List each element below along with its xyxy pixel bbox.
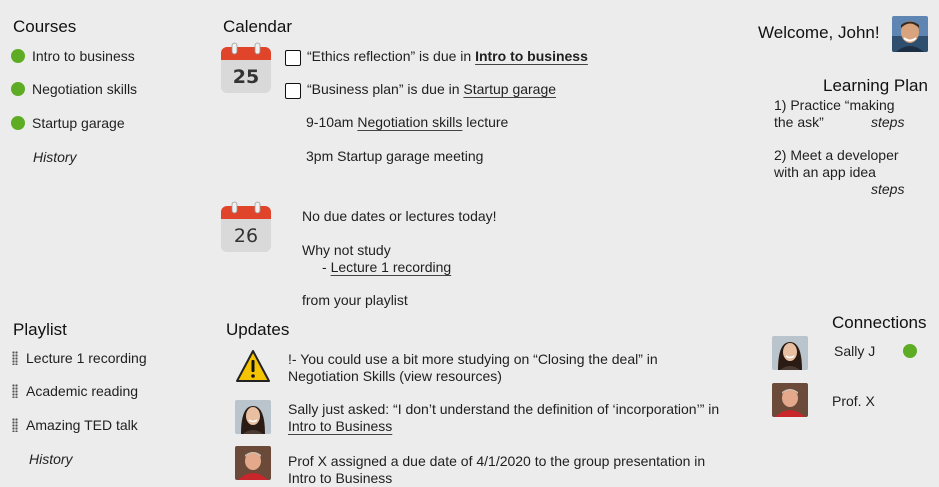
course-link[interactable]: Startup garage [463,81,556,97]
playlist-label: Lecture 1 recording [26,350,147,366]
calendar-date-icon: 25 [220,42,272,94]
playlist-label: Academic reading [26,383,139,399]
status-dot-icon [11,49,25,63]
plan-step-text: 1) Practice “making [774,97,895,113]
status-dot-icon [11,116,25,130]
recording-link[interactable]: Lecture 1 recording [331,259,452,275]
update-text: Negotiation Skills (view resources) [288,368,502,384]
playlist-item-lecture-1[interactable]: Lecture 1 recording [12,348,147,368]
sally-avatar[interactable] [772,336,808,370]
task-ethics-reflection: “Ethics reflection” is due in Intro to b… [307,48,588,64]
event-time: 9-10am [306,114,358,130]
drag-handle-icon[interactable] [12,418,18,432]
playlist-item-academic-reading[interactable]: Academic reading [12,381,138,401]
dash-prefix: - [322,259,331,275]
no-due-message: No due dates or lectures today! [302,208,497,224]
status-dot-icon [11,82,25,96]
from-playlist-text: from your playlist [302,292,408,308]
update-text: Sally just asked: “I don’t understand th… [288,401,720,417]
course-item-negotiation-skills[interactable]: Negotiation skills [11,79,137,99]
task-checkbox[interactable] [285,83,301,99]
calendar-day-number: 26 [233,225,259,247]
playlist-history-link[interactable]: History [29,451,73,467]
calendar-title: Calendar [223,17,292,36]
update-text: Intro to Business [288,470,393,486]
updates-title: Updates [226,320,290,339]
study-suggestion: Why not study [302,242,391,258]
course-label: Negotiation skills [32,81,138,97]
task-text: “Business plan” is due in [307,81,464,97]
course-link[interactable]: Intro to Business [288,418,392,434]
update-text: !- You could use a bit more studying on … [288,351,658,367]
calendar-day-number: 25 [232,66,260,88]
calendar-date-icon: 26 [220,201,272,253]
courses-title: Courses [13,17,77,36]
event-startup-meeting: 3pm Startup garage meeting [306,148,484,164]
update-text: Prof X assigned a due date of 4/1/2020 t… [288,453,706,469]
plan-steps-link[interactable]: steps [871,114,904,130]
course-item-startup-garage[interactable]: Startup garage [11,113,125,133]
connection-name[interactable]: Prof. X [832,393,875,409]
playlist-label: Amazing TED talk [26,417,138,433]
drag-handle-icon[interactable] [12,351,18,365]
plan-step-text: 2) Meet a developer [774,147,899,163]
course-label: Intro to business [32,48,135,64]
task-business-plan: “Business plan” is due in Startup garage [307,81,556,97]
update-study-warning: !- You could use a bit more studying on … [288,351,748,385]
online-status-icon [903,344,917,358]
user-avatar[interactable] [892,16,928,52]
connection-name[interactable]: Sally J [834,343,875,359]
playlist-item-ted-talk[interactable]: Amazing TED talk [12,415,138,435]
update-sally-question: Sally just asked: “I don’t understand th… [288,401,748,435]
course-link[interactable]: Intro to business [475,48,588,64]
course-label: Startup garage [32,115,125,131]
connections-title: Connections [832,313,927,332]
suggested-recording: - Lecture 1 recording [322,259,451,275]
playlist-title: Playlist [13,320,67,339]
task-text: “Ethics reflection” is due in [307,48,476,64]
learning-plan-item: 2) Meet a developer with an app idea [774,147,899,181]
drag-handle-icon[interactable] [12,384,18,398]
update-prof-due-date: Prof X assigned a due date of 4/1/2020 t… [288,453,748,487]
task-checkbox[interactable] [285,50,301,66]
prof-x-avatar [235,446,271,480]
prof-x-avatar[interactable] [772,383,808,417]
sally-avatar [235,400,271,434]
welcome-message: Welcome, John! [758,23,880,42]
event-negotiation-lecture: 9-10am Negotiation skills lecture [306,114,508,130]
course-item-intro-to-business[interactable]: Intro to business [11,46,135,66]
warning-icon [235,349,271,383]
event-suffix: lecture [462,114,509,130]
learning-plan-title: Learning Plan [823,76,928,95]
course-link[interactable]: Negotiation skills [357,114,462,130]
plan-step-text: with an app idea [774,164,876,180]
courses-history-link[interactable]: History [33,149,77,165]
plan-steps-link[interactable]: steps [871,181,904,197]
